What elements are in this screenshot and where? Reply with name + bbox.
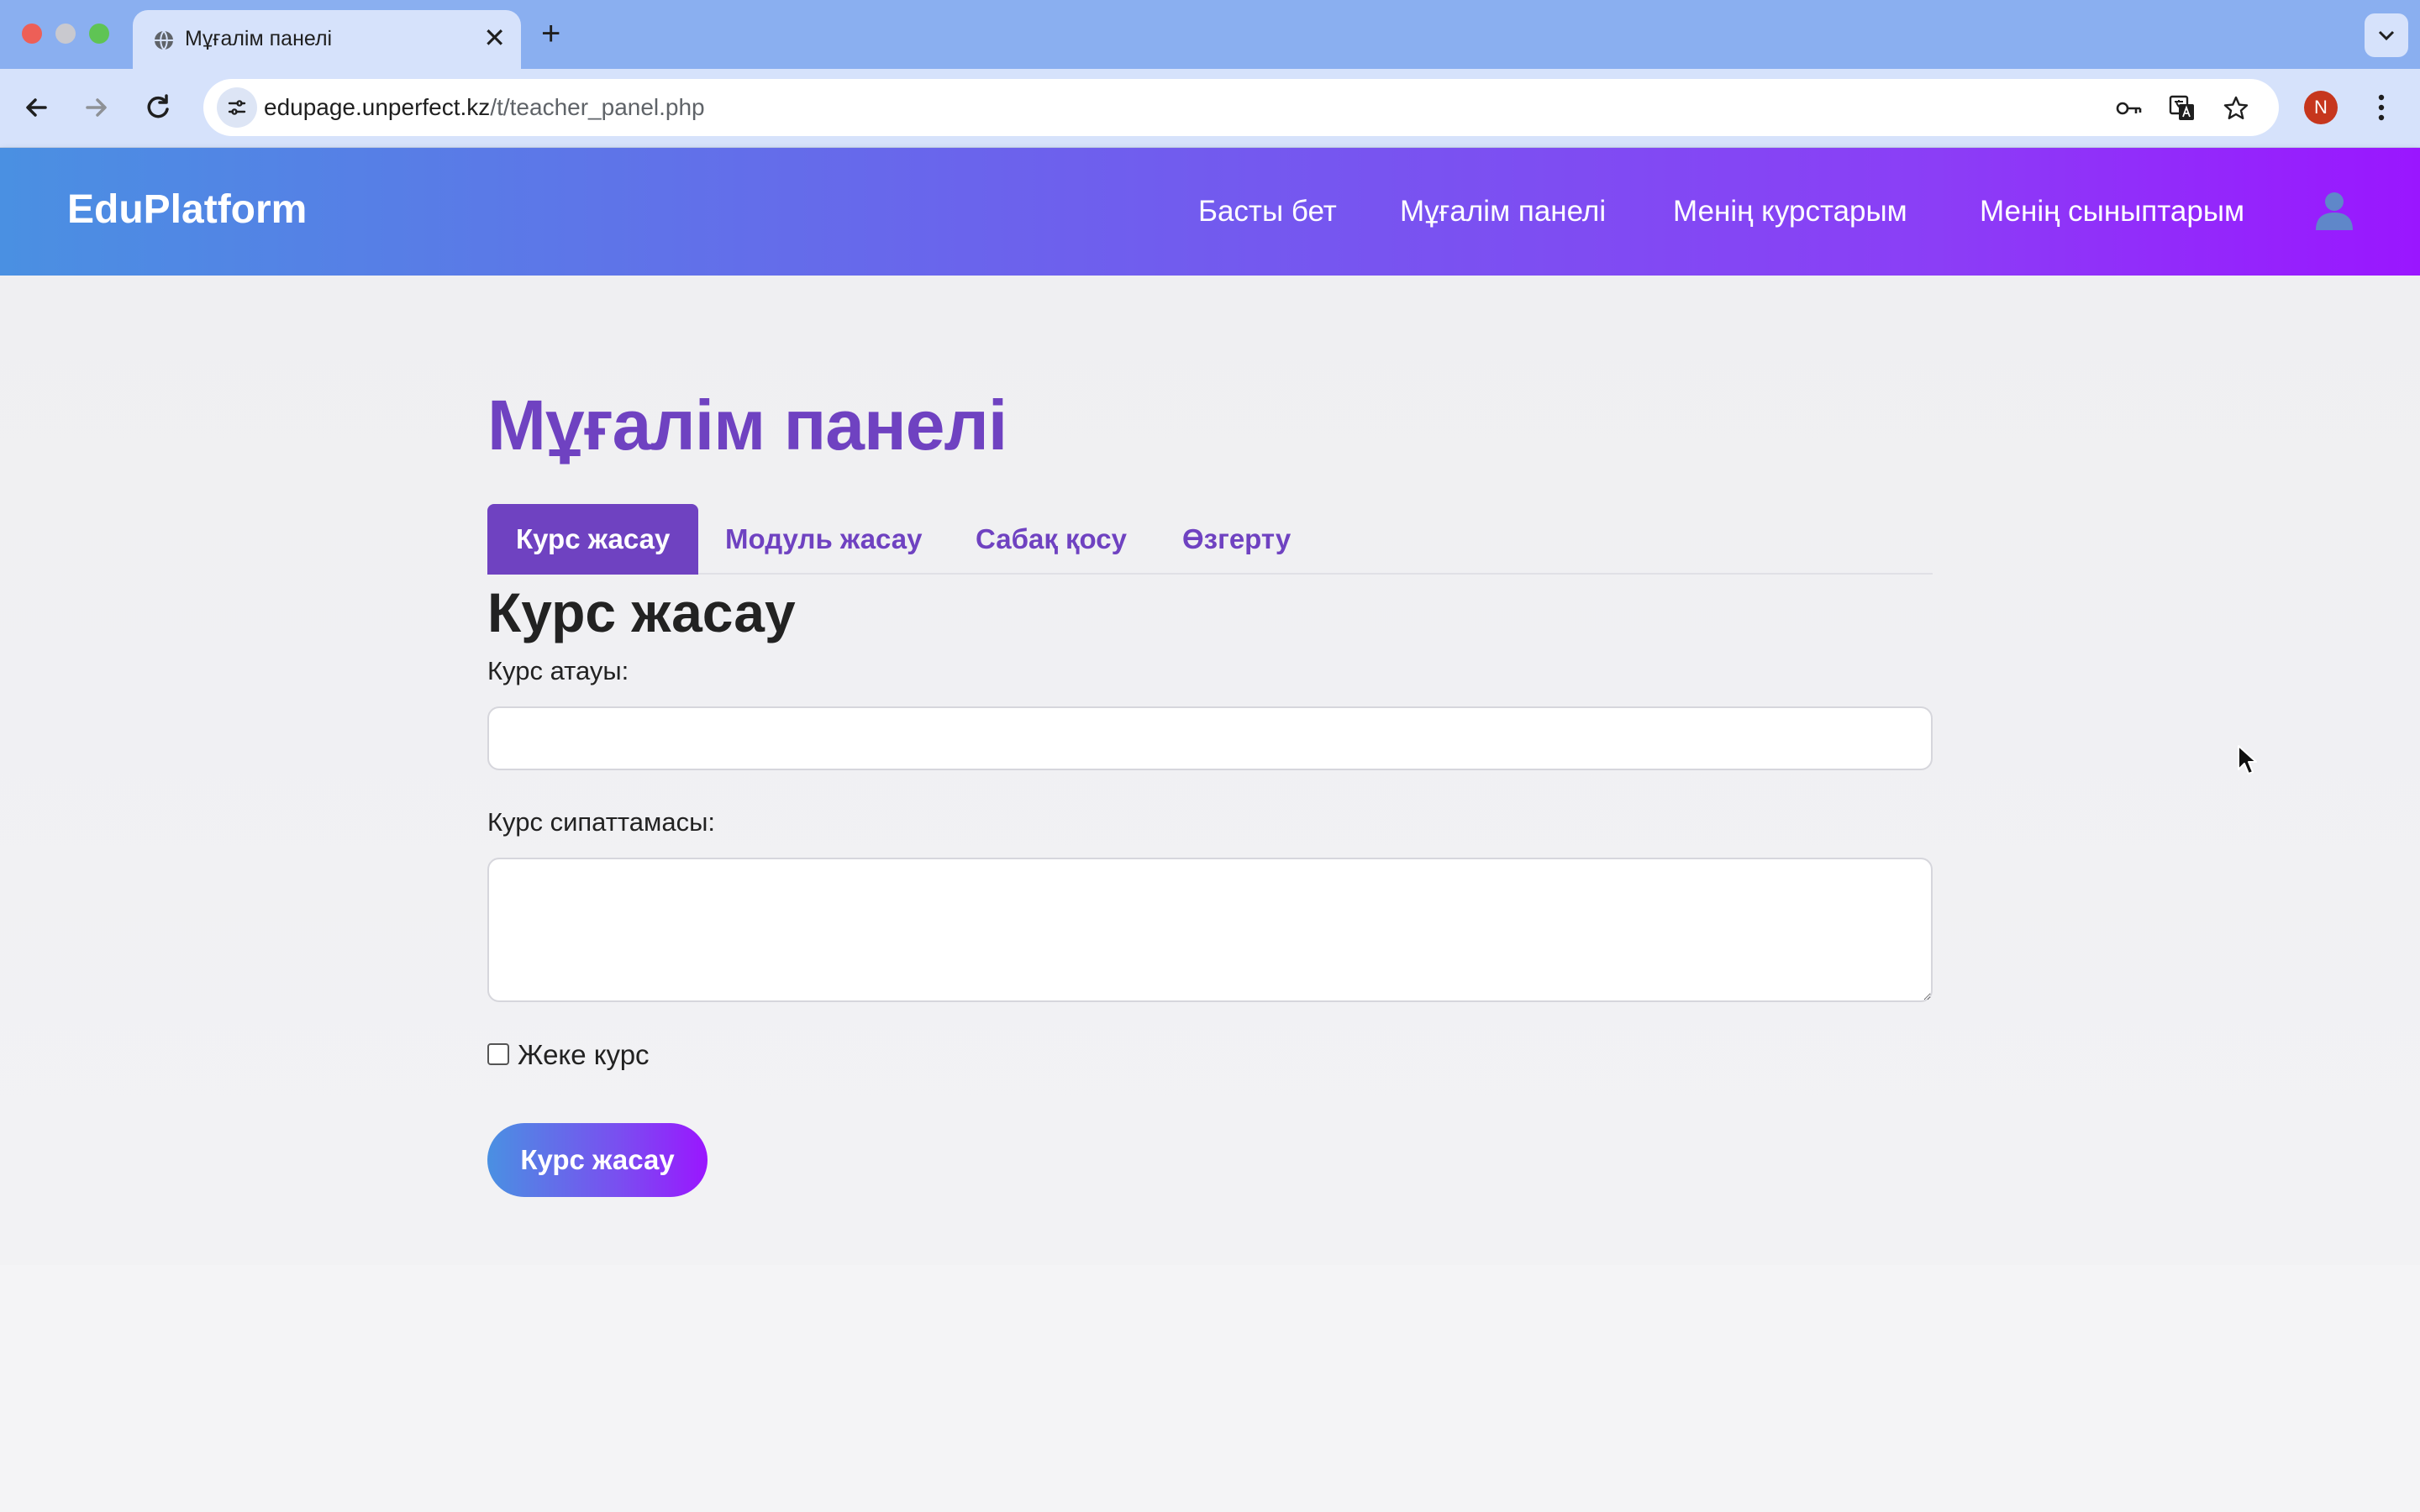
- arrow-left-icon: [26, 98, 47, 117]
- nav-link-my-courses[interactable]: Менің курстарым: [1673, 192, 1907, 232]
- arrow-right-icon: [86, 98, 107, 117]
- tab-create-module[interactable]: Модуль жасау: [725, 504, 923, 575]
- tab-edit[interactable]: Өзгерту: [1182, 504, 1291, 575]
- site-logo[interactable]: EduPlatform: [67, 185, 307, 235]
- profile-avatar[interactable]: N: [2304, 91, 2338, 124]
- tab-create-course[interactable]: Курс жасау: [487, 504, 699, 575]
- course-name-label: Курс атауы:: [487, 656, 629, 685]
- private-course-label[interactable]: Жеке курс: [518, 1037, 650, 1073]
- create-course-button[interactable]: Курс жасау: [487, 1123, 708, 1197]
- new-tab-button[interactable]: +: [541, 13, 560, 54]
- reload-icon: [147, 94, 169, 118]
- star-icon[interactable]: [2222, 94, 2250, 123]
- site-info-button[interactable]: [217, 87, 257, 128]
- browser-tab-strip: Мұғалім панелі ✕ +: [0, 0, 2420, 69]
- section-title: Курс жасау: [487, 581, 796, 643]
- mouse-pointer-icon: [2238, 745, 2257, 774]
- course-name-input[interactable]: [487, 706, 1933, 770]
- browser-toolbar: edupage.unperfect.kz/t/teacher_panel.php…: [0, 69, 2420, 148]
- globe-icon: [155, 30, 173, 50]
- chevron-down-icon: [2378, 30, 2395, 41]
- site-header: EduPlatform Басты бет Мұғалім панелі Мен…: [0, 148, 2420, 276]
- browser-tab-title: Мұғалім панелі: [185, 27, 333, 50]
- window-maximize-button[interactable]: [89, 24, 109, 44]
- address-bar[interactable]: edupage.unperfect.kz/t/teacher_panel.php: [203, 79, 2279, 136]
- key-icon[interactable]: [2114, 94, 2143, 123]
- window-minimize-button[interactable]: [55, 24, 76, 44]
- url-text: edupage.unperfect.kz/t/teacher_panel.php: [264, 92, 705, 123]
- browser-tab-active[interactable]: Мұғалім панелі ✕: [133, 10, 521, 69]
- tab-search-button[interactable]: [2365, 13, 2408, 57]
- course-description-textarea[interactable]: [487, 858, 1933, 1002]
- close-icon[interactable]: ✕: [483, 22, 506, 54]
- panel-tabs: Курс жасау Модуль жасау Сабақ қосу Өзгер…: [487, 504, 1933, 575]
- back-button[interactable]: [17, 87, 57, 128]
- page-title: Мұғалім панелі: [487, 386, 1007, 465]
- window-close-button[interactable]: [22, 24, 42, 44]
- nav-link-my-classes[interactable]: Менің сыныптарым: [1980, 192, 2244, 232]
- main-content: Мұғалім панелі Курс жасау Модуль жасау С…: [0, 276, 2420, 1265]
- course-description-label: Курс сипаттамасы:: [487, 807, 715, 837]
- url-host: edupage.unperfect.kz: [264, 94, 491, 120]
- tune-icon: [228, 100, 246, 115]
- forward-button[interactable]: [76, 87, 116, 128]
- reload-button[interactable]: [138, 87, 178, 128]
- page-background: [0, 1265, 2420, 1512]
- translate-icon[interactable]: [2168, 94, 2196, 123]
- more-vertical-icon[interactable]: [2368, 91, 2395, 124]
- tab-add-lesson[interactable]: Сабақ қосу: [976, 504, 1127, 575]
- user-icon[interactable]: [2312, 188, 2356, 232]
- nav-link-home[interactable]: Басты бет: [1198, 192, 1337, 232]
- private-course-checkbox[interactable]: [487, 1043, 509, 1065]
- nav-link-teacher-panel[interactable]: Мұғалім панелі: [1400, 192, 1606, 232]
- url-path: /t/teacher_panel.php: [490, 94, 705, 120]
